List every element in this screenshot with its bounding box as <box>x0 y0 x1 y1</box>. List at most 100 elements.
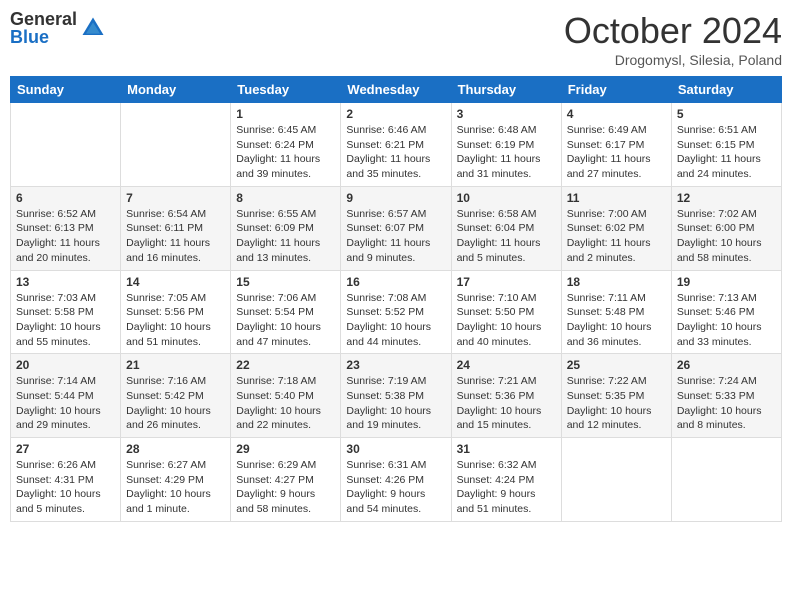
calendar-cell: 16Sunrise: 7:08 AMSunset: 5:52 PMDayligh… <box>341 270 451 354</box>
day-info: Sunrise: 6:29 AMSunset: 4:27 PMDaylight:… <box>236 458 335 517</box>
calendar-table: Sunday Monday Tuesday Wednesday Thursday… <box>10 76 782 522</box>
calendar-cell: 27Sunrise: 6:26 AMSunset: 4:31 PMDayligh… <box>11 438 121 522</box>
header-monday: Monday <box>121 77 231 103</box>
day-info: Sunrise: 7:11 AMSunset: 5:48 PMDaylight:… <box>567 291 666 350</box>
calendar-cell: 31 Sunrise: 6:32 AMSunset: 4:24 PMDayligh… <box>451 438 561 522</box>
calendar-header-row: Sunday Monday Tuesday Wednesday Thursday… <box>11 77 782 103</box>
day-number: 7 <box>126 191 225 205</box>
day-number: 20 <box>16 358 115 372</box>
calendar-cell: 10Sunrise: 6:58 AMSunset: 6:04 PMDayligh… <box>451 186 561 270</box>
day-info: Sunrise: 6:49 AMSunset: 6:17 PMDaylight:… <box>567 123 666 182</box>
calendar-cell: 21 Sunrise: 7:16 AMSunset: 5:42 PMDayligh… <box>121 354 231 438</box>
day-number: 23 <box>346 358 445 372</box>
day-info: Sunrise: 7:10 AMSunset: 5:50 PMDaylight:… <box>457 291 556 350</box>
calendar-cell: 26 Sunrise: 7:24 AMSunset: 5:33 PMDayligh… <box>671 354 781 438</box>
day-number: 15 <box>236 275 335 289</box>
day-number: 5 <box>677 107 776 121</box>
calendar-cell: 28 Sunrise: 6:27 AMSunset: 4:29 PMDayligh… <box>121 438 231 522</box>
day-number: 31 <box>457 442 556 456</box>
month-title: October 2024 <box>564 10 782 52</box>
day-info: Sunrise: 6:51 AMSunset: 6:15 PMDaylight:… <box>677 123 776 182</box>
logo-general-text: General <box>10 10 77 28</box>
day-number: 21 <box>126 358 225 372</box>
day-info: Sunrise: 6:54 AMSunset: 6:11 PMDaylight:… <box>126 207 225 266</box>
calendar-cell: 23 Sunrise: 7:19 AMSunset: 5:38 PMDayligh… <box>341 354 451 438</box>
day-number: 14 <box>126 275 225 289</box>
day-info: Sunrise: 7:13 AMSunset: 5:46 PMDaylight:… <box>677 291 776 350</box>
day-number: 4 <box>567 107 666 121</box>
logo-icon <box>79 14 107 42</box>
calendar-week-row: 6 Sunrise: 6:52 AMSunset: 6:13 PMDaylight… <box>11 186 782 270</box>
day-info: Sunrise: 7:21 AMSunset: 5:36 PMDaylight:… <box>457 374 556 433</box>
calendar-cell: 13Sunrise: 7:03 AMSunset: 5:58 PMDayligh… <box>11 270 121 354</box>
day-info: Sunrise: 7:06 AMSunset: 5:54 PMDaylight:… <box>236 291 335 350</box>
day-number: 17 <box>457 275 556 289</box>
day-number: 3 <box>457 107 556 121</box>
day-info: Sunrise: 7:22 AMSunset: 5:35 PMDaylight:… <box>567 374 666 433</box>
calendar-cell: 18 Sunrise: 7:11 AMSunset: 5:48 PMDayligh… <box>561 270 671 354</box>
day-number: 30 <box>346 442 445 456</box>
calendar-cell: 2Sunrise: 6:46 AMSunset: 6:21 PMDaylight… <box>341 103 451 187</box>
calendar-cell: 20 Sunrise: 7:14 AMSunset: 5:44 PMDayligh… <box>11 354 121 438</box>
day-info: Sunrise: 7:02 AMSunset: 6:00 PMDaylight:… <box>677 207 776 266</box>
title-area: October 2024 Drogomysl, Silesia, Poland <box>564 10 782 68</box>
day-number: 24 <box>457 358 556 372</box>
day-info: Sunrise: 6:46 AMSunset: 6:21 PMDaylight:… <box>346 123 445 182</box>
calendar-cell: 15 Sunrise: 7:06 AMSunset: 5:54 PMDayligh… <box>231 270 341 354</box>
header-tuesday: Tuesday <box>231 77 341 103</box>
calendar-cell: 29 Sunrise: 6:29 AMSunset: 4:27 PMDayligh… <box>231 438 341 522</box>
header-thursday: Thursday <box>451 77 561 103</box>
day-number: 6 <box>16 191 115 205</box>
calendar-cell: 5 Sunrise: 6:51 AMSunset: 6:15 PMDaylight… <box>671 103 781 187</box>
day-number: 12 <box>677 191 776 205</box>
calendar-cell: 3Sunrise: 6:48 AMSunset: 6:19 PMDaylight… <box>451 103 561 187</box>
header-wednesday: Wednesday <box>341 77 451 103</box>
day-info: Sunrise: 7:18 AMSunset: 5:40 PMDaylight:… <box>236 374 335 433</box>
calendar-cell: 14 Sunrise: 7:05 AMSunset: 5:56 PMDayligh… <box>121 270 231 354</box>
calendar-cell: 22 Sunrise: 7:18 AMSunset: 5:40 PMDayligh… <box>231 354 341 438</box>
day-info: Sunrise: 7:05 AMSunset: 5:56 PMDaylight:… <box>126 291 225 350</box>
logo: General Blue <box>10 10 107 46</box>
calendar-cell: 7 Sunrise: 6:54 AMSunset: 6:11 PMDaylight… <box>121 186 231 270</box>
day-info: Sunrise: 7:16 AMSunset: 5:42 PMDaylight:… <box>126 374 225 433</box>
day-info: Sunrise: 7:19 AMSunset: 5:38 PMDaylight:… <box>346 374 445 433</box>
calendar-cell: 30Sunrise: 6:31 AMSunset: 4:26 PMDayligh… <box>341 438 451 522</box>
day-number: 19 <box>677 275 776 289</box>
day-number: 26 <box>677 358 776 372</box>
day-number: 1 <box>236 107 335 121</box>
day-info: Sunrise: 6:52 AMSunset: 6:13 PMDaylight:… <box>16 207 115 266</box>
calendar-cell: 1 Sunrise: 6:45 AMSunset: 6:24 PMDaylight… <box>231 103 341 187</box>
calendar-week-row: 13Sunrise: 7:03 AMSunset: 5:58 PMDayligh… <box>11 270 782 354</box>
day-number: 29 <box>236 442 335 456</box>
day-info: Sunrise: 6:27 AMSunset: 4:29 PMDaylight:… <box>126 458 225 517</box>
calendar-cell <box>561 438 671 522</box>
header-friday: Friday <box>561 77 671 103</box>
day-info: Sunrise: 6:55 AMSunset: 6:09 PMDaylight:… <box>236 207 335 266</box>
calendar-cell: 8Sunrise: 6:55 AMSunset: 6:09 PMDaylight… <box>231 186 341 270</box>
day-info: Sunrise: 6:32 AMSunset: 4:24 PMDaylight:… <box>457 458 556 517</box>
logo-blue-text: Blue <box>10 28 77 46</box>
day-info: Sunrise: 7:00 AMSunset: 6:02 PMDaylight:… <box>567 207 666 266</box>
day-info: Sunrise: 7:08 AMSunset: 5:52 PMDaylight:… <box>346 291 445 350</box>
calendar-cell: 19 Sunrise: 7:13 AMSunset: 5:46 PMDayligh… <box>671 270 781 354</box>
location: Drogomysl, Silesia, Poland <box>564 52 782 68</box>
day-info: Sunrise: 7:24 AMSunset: 5:33 PMDaylight:… <box>677 374 776 433</box>
header-sunday: Sunday <box>11 77 121 103</box>
day-info: Sunrise: 6:45 AMSunset: 6:24 PMDaylight:… <box>236 123 335 182</box>
day-number: 22 <box>236 358 335 372</box>
page-header: General Blue October 2024 Drogomysl, Sil… <box>10 10 782 68</box>
calendar-cell: 4 Sunrise: 6:49 AMSunset: 6:17 PMDaylight… <box>561 103 671 187</box>
calendar-cell <box>11 103 121 187</box>
day-number: 28 <box>126 442 225 456</box>
day-number: 9 <box>346 191 445 205</box>
calendar-cell: 12 Sunrise: 7:02 AMSunset: 6:00 PMDayligh… <box>671 186 781 270</box>
day-number: 18 <box>567 275 666 289</box>
calendar-cell <box>121 103 231 187</box>
day-info: Sunrise: 6:26 AMSunset: 4:31 PMDaylight:… <box>16 458 115 517</box>
calendar-cell: 17 Sunrise: 7:10 AMSunset: 5:50 PMDayligh… <box>451 270 561 354</box>
calendar-cell: 11Sunrise: 7:00 AMSunset: 6:02 PMDayligh… <box>561 186 671 270</box>
day-info: Sunrise: 7:14 AMSunset: 5:44 PMDaylight:… <box>16 374 115 433</box>
day-info: Sunrise: 6:57 AMSunset: 6:07 PMDaylight:… <box>346 207 445 266</box>
calendar-week-row: 1 Sunrise: 6:45 AMSunset: 6:24 PMDaylight… <box>11 103 782 187</box>
calendar-cell: 6 Sunrise: 6:52 AMSunset: 6:13 PMDaylight… <box>11 186 121 270</box>
